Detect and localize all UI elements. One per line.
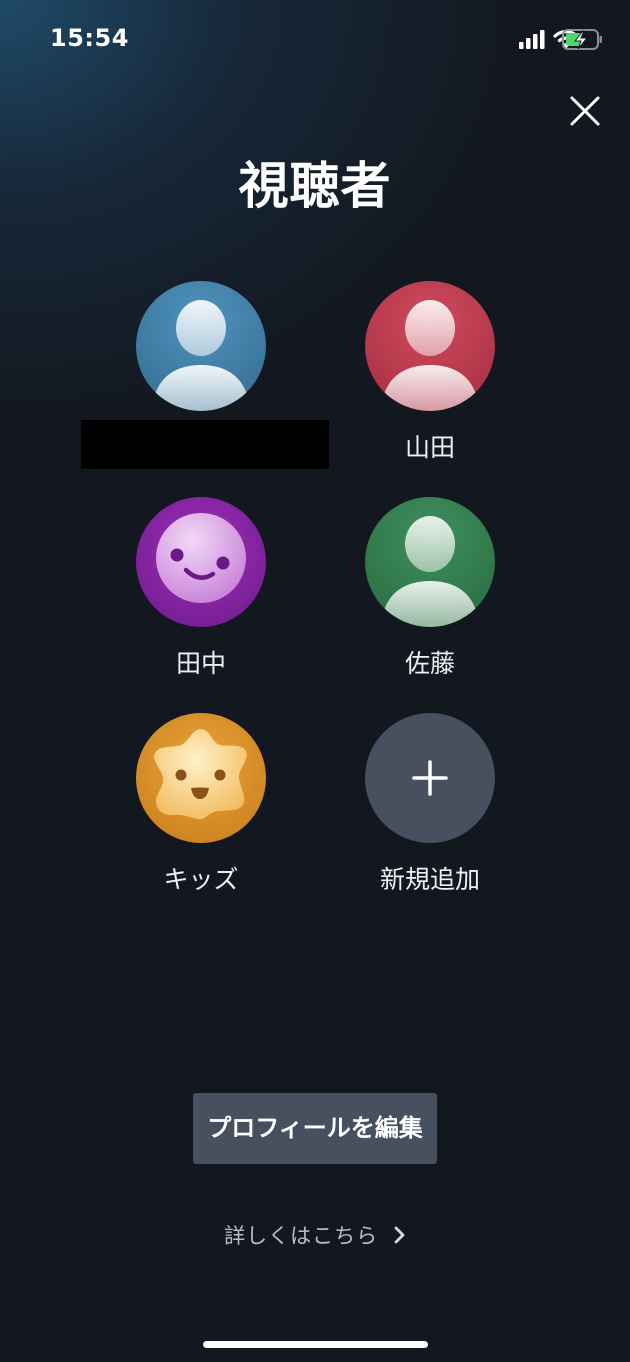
status-time: 15:54 [50, 24, 129, 52]
smiley-face-icon [156, 513, 246, 603]
star-face-icon [154, 729, 247, 820]
learn-more-link[interactable]: 詳しくはこちら [0, 1220, 630, 1250]
profile-name: キッズ [163, 865, 239, 894]
profile-item[interactable] [86, 281, 316, 433]
profile-avatar [365, 281, 495, 411]
profile-avatar [136, 281, 266, 411]
home-indicator [203, 1341, 428, 1348]
person-silhouette-icon [381, 516, 479, 627]
learn-more-label: 詳しくはこちら [224, 1224, 379, 1248]
edit-profiles-button[interactable]: プロフィールを編集 [193, 1093, 437, 1164]
profile-name: 佐藤 [404, 649, 455, 678]
profile-avatar [136, 497, 266, 627]
close-icon [570, 96, 600, 126]
profile-name: 田中 [175, 649, 226, 678]
close-button[interactable] [562, 88, 608, 134]
page-title: 視聴者 [238, 157, 392, 215]
redacted-profile-name [81, 420, 329, 469]
add-profile-circle [365, 713, 495, 843]
plus-icon [412, 760, 448, 796]
profile-item[interactable]: キッズ [86, 713, 316, 895]
person-silhouette-icon [152, 300, 250, 411]
add-profile-button[interactable]: 新規追加 [315, 713, 545, 895]
add-profile-label: 新規追加 [379, 865, 480, 894]
profile-name: 山田 [404, 433, 455, 462]
chevron-right-icon [394, 1226, 405, 1244]
profile-avatar [136, 713, 266, 843]
profile-item[interactable]: 山田 [315, 281, 545, 463]
cellular-signal-icon [519, 30, 545, 49]
battery-charging-icon [562, 29, 602, 50]
person-silhouette-icon [381, 300, 479, 411]
profile-item[interactable]: 佐藤 [315, 497, 545, 679]
profile-item[interactable]: 田中 [86, 497, 316, 679]
profile-avatar [365, 497, 495, 627]
